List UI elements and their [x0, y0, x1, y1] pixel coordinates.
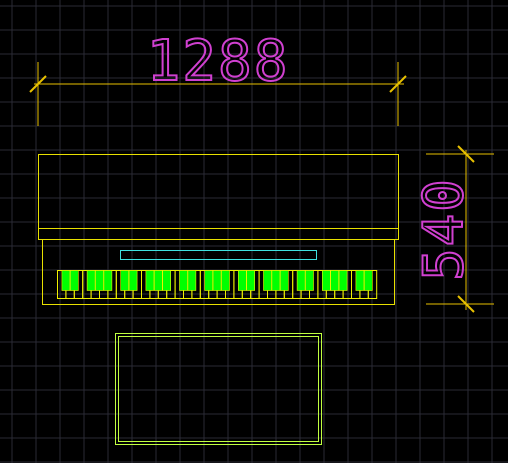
cad-drawing: 1288 540 — [0, 0, 508, 463]
black-key — [221, 270, 230, 291]
black-key — [330, 270, 340, 291]
music-rest — [120, 250, 317, 260]
black-key — [263, 270, 272, 291]
bench-outer — [115, 333, 322, 445]
black-key — [187, 270, 197, 291]
black-key — [120, 270, 129, 291]
piano-bench — [115, 333, 322, 445]
black-key — [271, 270, 281, 291]
black-key — [238, 270, 247, 291]
black-key — [305, 270, 314, 291]
black-key — [296, 270, 306, 291]
black-key — [103, 270, 113, 291]
black-key — [338, 270, 348, 291]
piano-lid-edge — [38, 228, 399, 240]
piano-plan — [38, 154, 399, 305]
piano-lid — [38, 154, 399, 229]
black-key — [95, 270, 104, 291]
black-key — [212, 270, 222, 291]
black-key — [204, 270, 213, 291]
black-key — [363, 270, 373, 291]
black-key — [86, 270, 96, 291]
black-key — [154, 270, 163, 291]
black-key — [162, 270, 171, 291]
black-key — [145, 270, 155, 291]
black-key — [279, 270, 289, 291]
black-key — [128, 270, 138, 291]
black-key — [70, 270, 79, 291]
vertical-dimension: 540 — [411, 145, 494, 313]
black-key — [321, 270, 331, 291]
black-key — [355, 270, 365, 291]
horizontal-dimension-text: 1288 — [147, 29, 290, 94]
black-key — [61, 270, 71, 291]
black-key — [246, 270, 255, 291]
black-key — [179, 270, 188, 291]
bench-inner — [118, 336, 319, 442]
vertical-dimension-text: 540 — [412, 177, 475, 281]
